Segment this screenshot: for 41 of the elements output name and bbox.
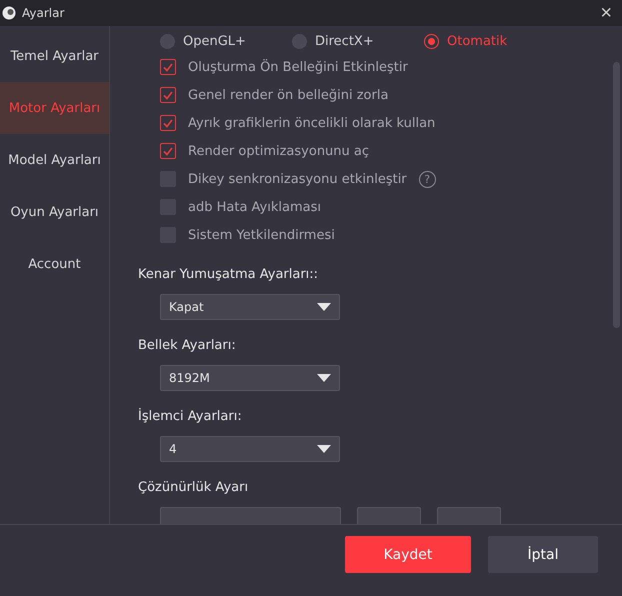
dropdown[interactable]: Kapat <box>160 294 340 320</box>
radio-button[interactable] <box>160 34 175 48</box>
check-icon <box>163 118 173 128</box>
sidebar-item[interactable]: Temel Ayarlar <box>0 30 109 82</box>
radio-label: DirectX+ <box>315 34 374 48</box>
close-button[interactable]: × <box>600 3 612 23</box>
sidebar-item[interactable]: Model Ayarları <box>0 134 109 186</box>
caret-icon <box>317 303 331 311</box>
checkbox[interactable] <box>160 87 176 103</box>
app-logo-icon <box>2 6 16 20</box>
checkbox-label: Oluşturma Ön Belleğini Etkinleştir <box>188 60 408 74</box>
check-icon <box>163 62 173 72</box>
checkbox-label: Ayrık grafiklerin öncelikli olarak kullan <box>188 116 436 130</box>
sidebar-item[interactable]: Account <box>0 238 109 290</box>
section-label: Bellek Ayarları: <box>138 338 237 353</box>
checkbox[interactable] <box>160 115 176 131</box>
check-icon <box>163 90 173 100</box>
section-label: Çözünürlük Ayarı <box>138 480 250 495</box>
cancel-button[interactable]: İptal <box>488 536 598 573</box>
check-icon <box>163 146 173 156</box>
radio-button[interactable] <box>424 34 439 48</box>
caret-icon <box>317 374 331 382</box>
window-title: Ayarlar <box>22 6 66 20</box>
radio-label: OpenGL+ <box>183 34 246 48</box>
checkbox[interactable] <box>160 143 176 159</box>
radio-button[interactable] <box>292 34 307 48</box>
help-icon[interactable]: ? <box>418 170 436 188</box>
sidebar-item[interactable]: Oyun Ayarları <box>0 186 109 238</box>
checkbox-label: Genel render ön belleğini zorla <box>188 88 388 102</box>
save-button[interactable]: Kaydet <box>345 536 471 573</box>
dropdown[interactable]: 8192M <box>160 365 340 391</box>
checkbox-label: adb Hata Ayıklaması <box>188 200 321 214</box>
checkbox-label: Render optimizasyonunu aç <box>188 144 370 158</box>
radio-label: Otomatik <box>447 34 508 48</box>
section-label: İşlemci Ayarları: <box>138 409 243 424</box>
checkbox[interactable] <box>160 59 176 75</box>
section-label: Kenar Yumuşatma Ayarları:: <box>138 267 320 282</box>
caret-icon <box>317 445 331 453</box>
dropdown[interactable]: 4 <box>160 436 340 462</box>
checkbox-label: Sistem Yetkilendirmesi <box>188 228 335 242</box>
checkbox-label: Dikey senkronizasyonu etkinleştir <box>188 172 407 186</box>
